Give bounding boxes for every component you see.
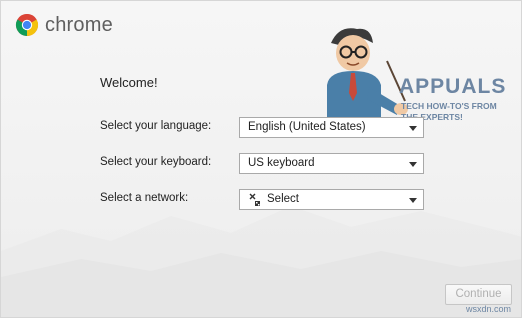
watermark-title: APPUALS (399, 75, 507, 98)
keyboard-row: Select your keyboard: US keyboard (100, 153, 430, 175)
keyboard-select[interactable]: US keyboard (239, 153, 424, 174)
language-value: English (United States) (248, 121, 366, 133)
network-disconnected-icon (249, 193, 260, 206)
chrome-brand: chrome (15, 13, 113, 37)
oobe-window: chrome APPUALS TECH HOW-TO'S FROM THE EX… (0, 0, 522, 318)
dropdown-arrow-icon (409, 126, 417, 131)
language-row: Select your language: English (United St… (100, 117, 430, 139)
welcome-title: Welcome! (100, 75, 158, 90)
continue-button[interactable]: Continue (445, 284, 512, 305)
keyboard-label: Select your keyboard: (100, 156, 212, 168)
network-value: Select (267, 193, 299, 205)
language-select[interactable]: English (United States) (239, 117, 424, 138)
dropdown-arrow-icon (409, 198, 417, 203)
brand-name: chrome (45, 14, 113, 36)
keyboard-value: US keyboard (248, 157, 315, 169)
language-label: Select your language: (100, 120, 212, 132)
chrome-logo-icon (15, 13, 39, 36)
dropdown-arrow-icon (409, 162, 417, 167)
network-label: Select a network: (100, 192, 189, 204)
network-row: Select a network: Select (100, 189, 430, 211)
network-select[interactable]: Select (239, 189, 424, 210)
footer-site: wsxdn.com (466, 304, 512, 314)
